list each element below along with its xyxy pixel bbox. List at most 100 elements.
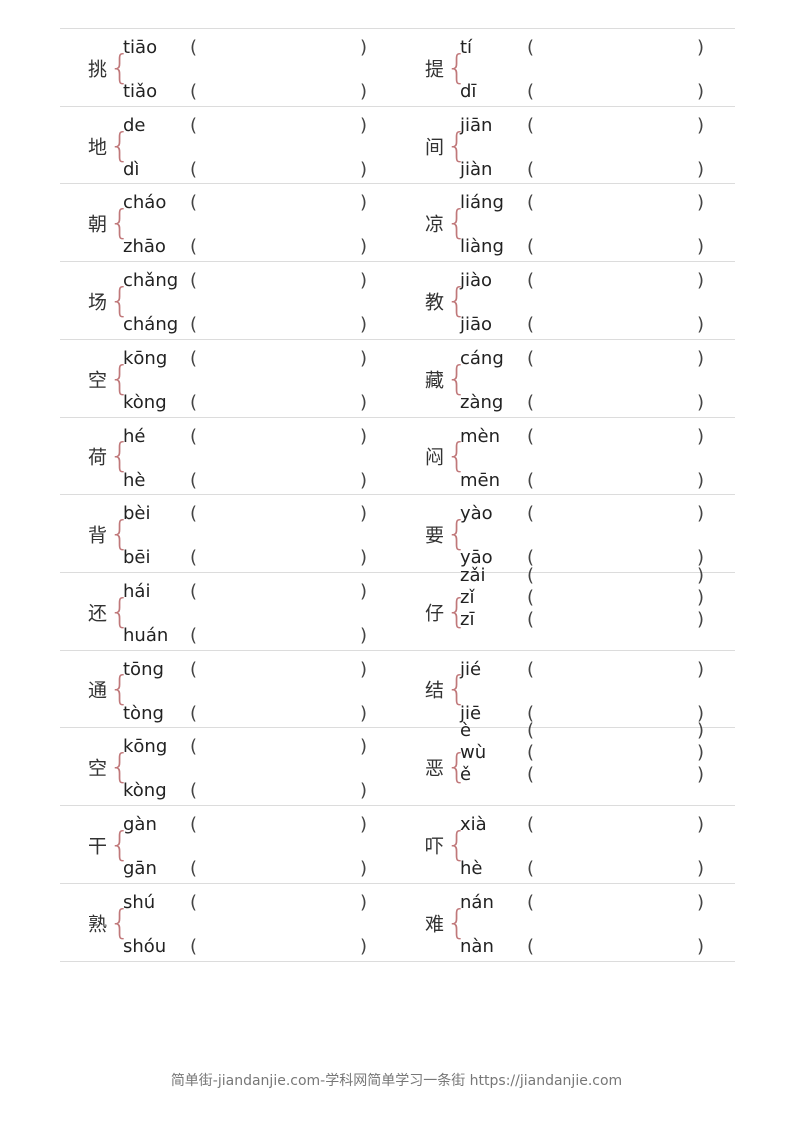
open-paren: ( — [190, 236, 198, 258]
open-paren: ( — [190, 347, 198, 369]
reading-item: zhāo () — [60, 236, 397, 258]
reading-item: hè () — [397, 858, 734, 880]
open-paren: ( — [190, 935, 198, 957]
pinyin-label: bēi — [123, 547, 151, 569]
pinyin-label: shóu — [123, 935, 167, 957]
open-paren: ( — [190, 270, 198, 292]
reading-item: xià () — [397, 814, 734, 836]
open-paren: ( — [527, 720, 535, 742]
polyphone-entry: 结{jié() jiē() — [397, 651, 734, 729]
reading-item: è () — [397, 720, 734, 742]
pinyin-label: xià — [460, 814, 487, 835]
open-paren: ( — [527, 391, 535, 413]
open-paren: ( — [190, 81, 198, 102]
pinyin-label: dì — [123, 158, 140, 180]
polyphone-entry: 凉{liáng() liàng() — [397, 184, 734, 262]
open-paren: ( — [527, 469, 535, 491]
polyphone-entry: 提{tí() dī() — [397, 29, 734, 107]
pinyin-label: kòng — [123, 780, 167, 802]
pinyin-label: zǎi — [460, 564, 486, 586]
close-paren: ) — [360, 425, 368, 447]
polyphone-entry: 朝{cháo() zhāo() — [60, 184, 397, 262]
pinyin-label: chǎng — [123, 270, 179, 292]
pinyin-label: dī — [460, 81, 477, 102]
close-paren: ) — [360, 935, 368, 957]
open-paren: ( — [190, 702, 198, 724]
reading-item: zàng () — [397, 392, 734, 414]
open-paren: ( — [527, 114, 535, 136]
reading-item: ě () — [397, 764, 734, 786]
reading-item: yào () — [397, 503, 734, 525]
close-paren: ) — [360, 658, 368, 680]
open-paren: ( — [190, 192, 198, 214]
pinyin-label: kōng — [123, 736, 168, 758]
pinyin-label: de — [123, 114, 146, 136]
close-paren: ) — [697, 720, 705, 742]
open-paren: ( — [527, 742, 535, 764]
open-paren: ( — [527, 158, 535, 180]
polyphone-entry: 要{yào() yāo() — [397, 495, 734, 573]
pinyin-label: mèn — [460, 425, 501, 447]
close-paren: ) — [360, 503, 368, 525]
reading-item: dī () — [397, 81, 734, 103]
polyphone-entry: 恶{è() wù() ě() — [397, 720, 734, 806]
polyphone-entry: 熟{shú() shóu() — [60, 884, 397, 962]
footer-text: 简单街-jiandanjie.com-学科网简单学习一条街 https://ji… — [170, 1073, 623, 1089]
open-paren: ( — [190, 547, 198, 569]
pinyin-label: jiān — [460, 114, 493, 136]
reading-item: liàng () — [397, 236, 734, 258]
open-paren: ( — [527, 858, 535, 879]
polyphone-entry: 场{chǎng() cháng() — [60, 262, 397, 340]
reading-item: bēi () — [60, 547, 397, 569]
reading-item: zǐ () — [397, 587, 734, 609]
close-paren: ) — [360, 81, 368, 102]
pinyin-label: kòng — [123, 391, 167, 413]
reading-item: jiān () — [397, 115, 734, 137]
reading-item: mèn () — [397, 426, 734, 448]
polyphone-entry: 干{gàn() gān() — [60, 806, 397, 884]
polyphone-entry: 吓{xià() hè() — [397, 806, 734, 884]
open-paren: ( — [527, 314, 535, 336]
open-paren: ( — [527, 81, 535, 102]
polyphone-entry: 教{jiào() jiāo() — [397, 262, 734, 340]
close-paren: ) — [697, 891, 705, 913]
pinyin-label: nàn — [460, 935, 494, 957]
reading-item: kōng () — [60, 736, 397, 758]
polyphone-entry: 间{jiān() jiàn() — [397, 107, 734, 185]
close-paren: ) — [360, 37, 368, 58]
pinyin-label: liáng — [460, 192, 504, 214]
open-paren: ( — [190, 469, 198, 491]
reading-item: tiāo () — [60, 37, 397, 59]
open-paren: ( — [190, 814, 198, 835]
table-row: 地{de() dì() 间{jiān() jiàn() — [60, 105, 735, 185]
polyphone-entry: 藏{cáng() zàng() — [397, 340, 734, 418]
pinyin-label: yào — [460, 503, 493, 525]
open-paren: ( — [527, 814, 535, 835]
pinyin-label: shú — [123, 891, 156, 913]
close-paren: ) — [697, 81, 705, 102]
open-paren: ( — [527, 586, 535, 608]
table-row: 熟{shú() shóu() 难{nán() nàn() — [60, 882, 735, 963]
pinyin-label: gàn — [123, 814, 157, 835]
reading-item: jiào () — [397, 270, 734, 292]
table-row: 挑{tiāo() tiǎo() 提{tí() dī() — [60, 28, 735, 107]
close-paren: ) — [360, 736, 368, 758]
pinyin-label: liàng — [460, 236, 504, 258]
open-paren: ( — [190, 891, 198, 913]
close-paren: ) — [360, 192, 368, 214]
pinyin-label: cáng — [460, 347, 504, 369]
reading-item: kōng () — [60, 348, 397, 370]
open-paren: ( — [527, 236, 535, 258]
reading-item: hái () — [60, 581, 397, 603]
close-paren: ) — [360, 158, 368, 180]
pinyin-label: zī — [460, 608, 475, 630]
close-paren: ) — [360, 891, 368, 913]
pinyin-label: jiào — [460, 270, 493, 292]
polyphone-entry: 背{bèi() bēi() — [60, 495, 397, 573]
open-paren: ( — [527, 891, 535, 913]
close-paren: ) — [697, 114, 705, 136]
reading-item: wù () — [397, 742, 734, 764]
reading-item: dì () — [60, 159, 397, 181]
reading-item: nán () — [397, 892, 734, 914]
reading-item: hè () — [60, 470, 397, 492]
